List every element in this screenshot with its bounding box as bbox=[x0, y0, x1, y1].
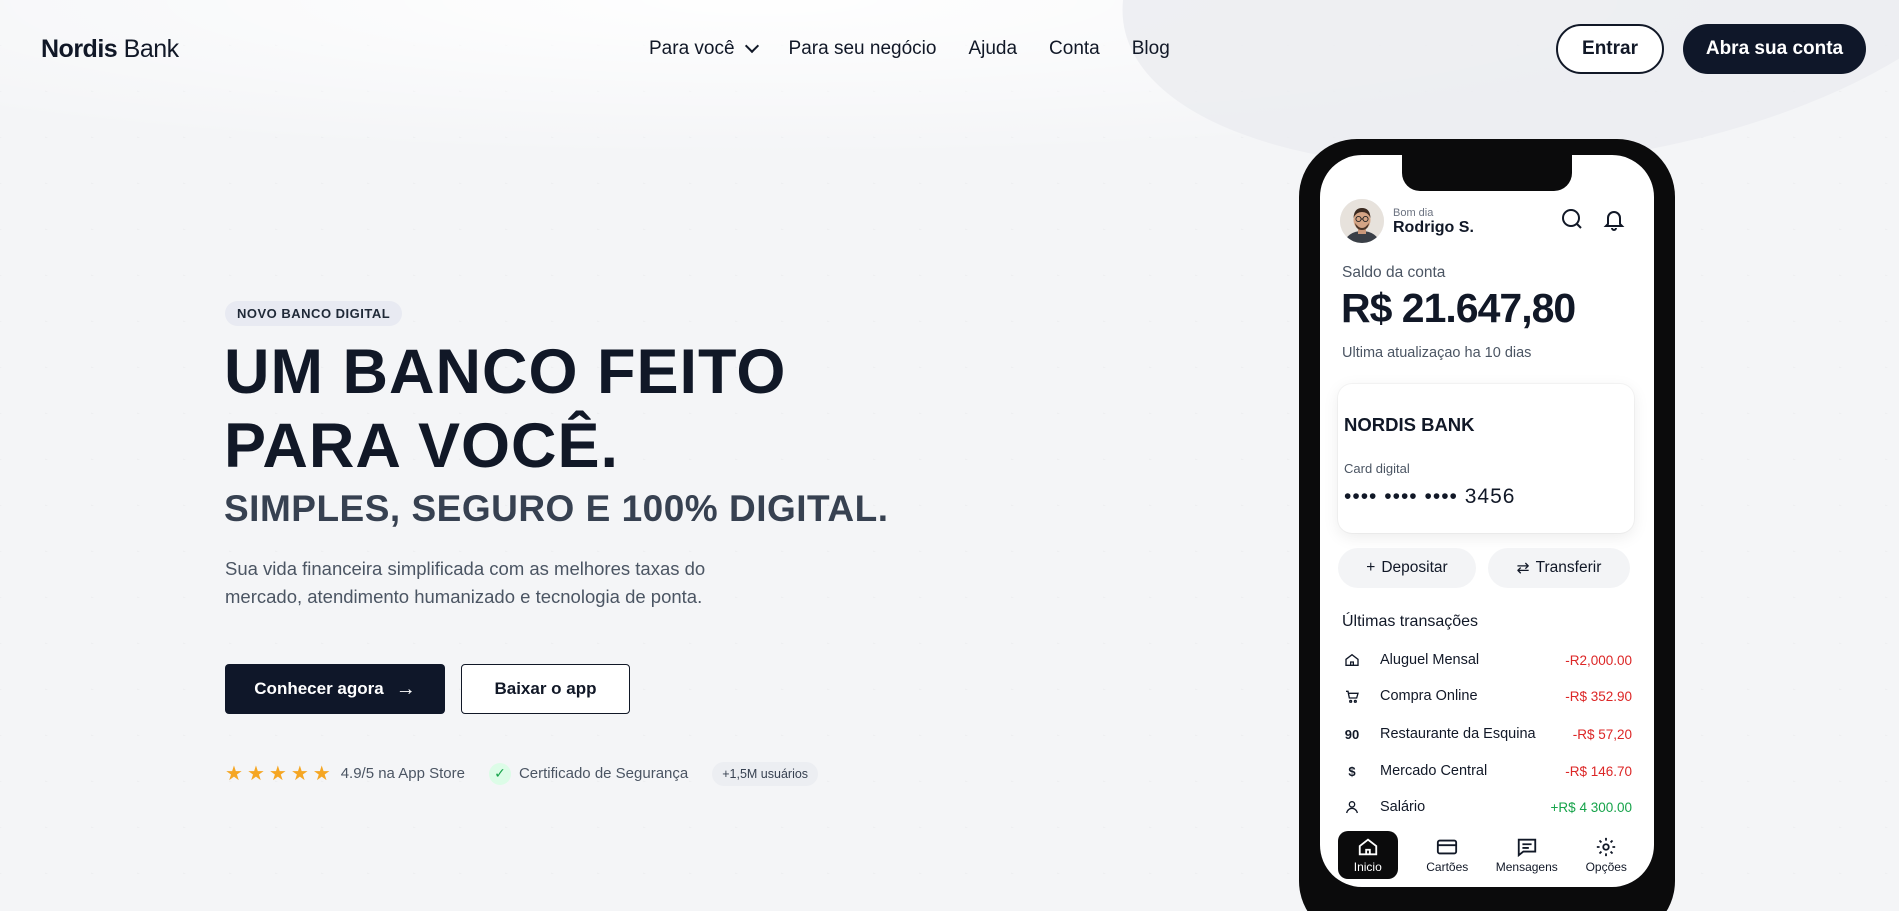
check-icon: ✓ bbox=[488, 762, 511, 785]
logo-bold: Nordis bbox=[41, 35, 118, 63]
hero-title-line2: PARA VOCÊ. bbox=[224, 411, 620, 481]
home-icon bbox=[1358, 838, 1377, 856]
star-icon: ★ bbox=[246, 763, 265, 785]
menu-item-label: Blog bbox=[1131, 38, 1170, 59]
restaurant-icon: 90 bbox=[1344, 726, 1360, 742]
message-icon bbox=[1517, 838, 1536, 858]
deposit-button[interactable]: + Depositar bbox=[1338, 548, 1476, 588]
card-label: Card digital bbox=[1344, 461, 1410, 476]
hero-title-line1: UM BANCO FEITO bbox=[224, 337, 787, 407]
menu-item-conta[interactable]: Conta bbox=[1049, 38, 1100, 60]
transaction-amount: -R$ 146.70 bbox=[1565, 763, 1632, 779]
tab-inicio[interactable]: Inicio bbox=[1337, 831, 1398, 879]
tab-label: Cartões bbox=[1426, 860, 1469, 874]
arrow-right-icon: → bbox=[395, 677, 416, 700]
avatar[interactable] bbox=[1340, 199, 1384, 243]
users-badge: +1,5M usuários bbox=[712, 761, 819, 786]
menu-item-label: Para seu negócio bbox=[788, 38, 937, 59]
hero-badge: NOVO BANCO DIGITAL bbox=[225, 301, 403, 326]
tab-cartoes[interactable]: Cartões bbox=[1417, 831, 1477, 879]
star-icon: ★ bbox=[268, 763, 287, 785]
transaction-amount: -R2,000.00 bbox=[1565, 652, 1632, 668]
menu-item-para-voce[interactable]: Para você bbox=[649, 38, 759, 60]
tab-label: Mensagens bbox=[1495, 860, 1558, 874]
list-item[interactable]: Compra Online -R$ 352.90 bbox=[1342, 683, 1632, 709]
trust-bar: ★ ★ ★ ★ ★ 4.9/5 na App Store ✓ Certifica… bbox=[225, 761, 819, 786]
home-icon bbox=[1342, 650, 1362, 670]
phone-tab-bar: Inicio Cartões Mensagens Opções bbox=[1320, 831, 1654, 887]
logo[interactable]: Nordis Bank bbox=[41, 35, 179, 64]
learn-more-label: Conhecer agora bbox=[254, 679, 384, 698]
list-item[interactable]: Salário +R$ 4 300.00 bbox=[1342, 794, 1632, 820]
transaction-amount: -R$ 352.90 bbox=[1565, 688, 1632, 704]
transaction-amount: -R$ 57,20 bbox=[1572, 726, 1632, 742]
dollar-icon: $ bbox=[1348, 763, 1356, 779]
tab-opcoes[interactable]: Opções bbox=[1576, 831, 1636, 879]
hero-subtitle: SIMPLES, SEGURO E 100% DIGITAL. bbox=[224, 488, 889, 529]
menu-item-label: Ajuda bbox=[968, 38, 1018, 59]
menu-item-para-seu-negocio[interactable]: Para seu negócio bbox=[789, 38, 937, 60]
user-name: Rodrigo S. bbox=[1393, 219, 1474, 236]
transaction-name: Aluguel Mensal bbox=[1380, 652, 1480, 668]
cart-icon bbox=[1342, 686, 1362, 706]
star-icon: ★ bbox=[290, 763, 309, 785]
transaction-name: Mercado Central bbox=[1380, 763, 1488, 779]
transaction-name: Salário bbox=[1380, 799, 1426, 815]
star-icon: ★ bbox=[225, 763, 243, 785]
main-menu: Para você Para seu negócio Ajuda Conta B… bbox=[649, 38, 1170, 60]
rating-text: 4.9/5 na App Store bbox=[340, 765, 465, 782]
menu-item-label: Conta bbox=[1049, 38, 1100, 59]
hero-description: Sua vida financeira simplificada com as … bbox=[225, 558, 706, 607]
plus-icon: + bbox=[1366, 559, 1376, 576]
balance-label: Saldo da conta bbox=[1342, 264, 1446, 281]
card-number: •••• •••• •••• 3456 bbox=[1344, 485, 1516, 508]
transfer-button[interactable]: ⇄ Transferir bbox=[1488, 548, 1630, 588]
balance-value: R$ 21.647,80 bbox=[1341, 285, 1576, 331]
phone-notch bbox=[1402, 155, 1572, 191]
tab-label: Opções bbox=[1585, 860, 1627, 874]
balance-updated: Ultima atualizaçao ha 10 dias bbox=[1342, 345, 1532, 361]
top-navigation: Nordis Bank Para você Para seu negócio A… bbox=[0, 0, 1899, 100]
learn-more-button[interactable]: Conhecer agora → bbox=[225, 664, 445, 714]
deposit-label: Depositar bbox=[1381, 559, 1448, 576]
greeting: Bom dia bbox=[1393, 207, 1434, 219]
phone-screen: Bom dia Rodrigo S. Saldo da conta R$ 21.… bbox=[1320, 155, 1654, 887]
transaction-name: Compra Online bbox=[1380, 688, 1478, 704]
transaction-name: Restaurante da Esquina bbox=[1380, 726, 1536, 742]
transfer-label: Transferir bbox=[1535, 559, 1602, 576]
list-item[interactable]: 90 Restaurante da Esquina -R$ 57,20 bbox=[1342, 721, 1632, 747]
hero-title: UM BANCO FEITO PARA VOCÊ. bbox=[224, 335, 786, 483]
person-icon bbox=[1342, 797, 1362, 817]
security-text: Certificado de Segurança bbox=[518, 765, 689, 782]
tab-mensagens[interactable]: Mensagens bbox=[1495, 831, 1558, 879]
bell-icon[interactable] bbox=[1602, 207, 1626, 231]
list-item[interactable]: $ Mercado Central -R$ 146.70 bbox=[1342, 758, 1632, 784]
chevron-down-icon bbox=[744, 38, 759, 54]
card-icon bbox=[1437, 839, 1458, 855]
gear-icon bbox=[1597, 837, 1616, 857]
transactions-title: Últimas transações bbox=[1342, 613, 1479, 630]
menu-item-label: Para você bbox=[649, 38, 735, 59]
login-button[interactable]: Entrar bbox=[1556, 24, 1664, 74]
open-account-button[interactable]: Abra sua conta bbox=[1683, 24, 1866, 74]
logo-light: Bank bbox=[123, 35, 179, 63]
menu-item-blog[interactable]: Blog bbox=[1132, 38, 1170, 60]
list-item[interactable]: Aluguel Mensal -R2,000.00 bbox=[1342, 647, 1632, 673]
card-brand: NORDIS BANK bbox=[1344, 414, 1475, 435]
download-app-button[interactable]: Baixar o app bbox=[461, 664, 630, 714]
menu-item-ajuda[interactable]: Ajuda bbox=[968, 38, 1017, 60]
rating-stars: ★ ★ ★ ★ ★ bbox=[225, 761, 331, 786]
tab-label: Inicio bbox=[1353, 860, 1382, 874]
transfer-icon: ⇄ bbox=[1516, 559, 1530, 577]
search-icon[interactable] bbox=[1560, 207, 1584, 231]
digital-card[interactable] bbox=[1338, 384, 1634, 533]
transaction-amount: +R$ 4 300.00 bbox=[1550, 799, 1632, 815]
star-icon: ★ bbox=[312, 763, 331, 785]
